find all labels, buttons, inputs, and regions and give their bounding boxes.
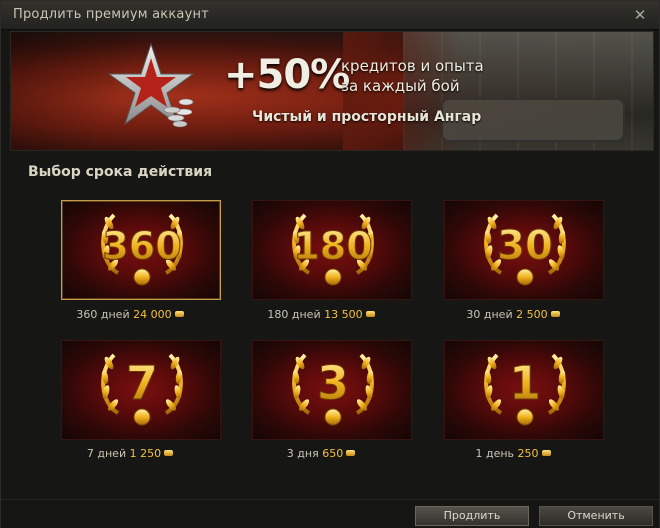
duration-label: 360 дней <box>76 308 130 321</box>
price-value: 24 000 <box>133 308 172 321</box>
laurel-badge-icon: 360 <box>101 213 183 286</box>
duration-label: 180 дней <box>267 308 321 321</box>
laurel-badge-icon: 1 <box>484 353 566 426</box>
price-value: 13 500 <box>324 308 363 321</box>
hangar-text: Чистый и просторный Ангар <box>252 109 482 125</box>
gold-coin-icon <box>365 311 375 317</box>
close-icon[interactable]: ✕ <box>631 6 649 24</box>
duration-card-30[interactable]: 30 <box>444 200 604 300</box>
duration-caption: 7 дней 1 250 <box>40 447 220 460</box>
price-value: 650 <box>322 447 344 460</box>
gold-coin-icon <box>550 311 560 317</box>
badge-number: 7 <box>126 356 158 410</box>
laurel-badge-icon: 7 <box>101 353 183 426</box>
duration-card-360[interactable]: 360 <box>61 200 221 300</box>
duration-card-180[interactable]: 180 <box>252 200 412 300</box>
duration-card-7[interactable]: 7 <box>61 340 221 440</box>
duration-card-1[interactable]: 1 <box>444 340 604 440</box>
duration-caption: 3 дня 650 <box>231 447 411 460</box>
badge-number: 1 <box>509 356 541 410</box>
duration-label: 3 дня <box>286 447 319 460</box>
laurel-badge-icon: 30 <box>484 213 566 286</box>
badge-number: 180 <box>293 224 372 268</box>
gold-coin-icon <box>164 450 174 456</box>
price-value: 2 500 <box>516 308 548 321</box>
section-title: Выбор срока действия <box>28 164 213 180</box>
premium-banner: +50% кредитов и опыта за каждый бой Чист… <box>10 31 654 151</box>
duration-caption: 360 дней 24 000 <box>40 308 220 321</box>
title-bar: Продлить премиум аккаунт ✕ <box>1 1 659 30</box>
badge-number: 3 <box>317 356 349 410</box>
duration-caption: 1 день 250 <box>423 447 603 460</box>
laurel-badge-icon: 180 <box>292 213 374 286</box>
duration-label: 7 дней <box>86 447 127 460</box>
price-value: 250 <box>517 447 539 460</box>
duration-caption: 30 дней 2 500 <box>423 308 603 321</box>
gold-coin-icon <box>541 450 551 456</box>
duration-label: 30 дней <box>466 308 513 321</box>
badge-number: 360 <box>102 224 181 268</box>
duration-card-3[interactable]: 3 <box>252 340 412 440</box>
price-value: 1 250 <box>129 447 162 460</box>
window-title: Продлить премиум аккаунт <box>13 7 209 22</box>
duration-label: 1 день <box>475 447 515 460</box>
premium-dialog: Продлить премиум аккаунт ✕ +50% кредитов… <box>0 0 660 528</box>
cancel-button[interactable]: Отменить <box>539 506 653 526</box>
bonus-text-1: кредитов и опыта <box>341 57 484 75</box>
bonus-percent: +50% <box>224 52 350 98</box>
gold-coin-icon <box>346 450 356 456</box>
red-star-icon <box>107 42 195 128</box>
gold-coin-icon <box>174 311 184 317</box>
bonus-text-2: за каждый бой <box>341 77 460 95</box>
duration-caption: 180 дней 13 500 <box>231 308 411 321</box>
badge-number: 30 <box>497 223 553 269</box>
extend-button[interactable]: Продлить <box>415 506 529 526</box>
laurel-badge-icon: 3 <box>292 353 374 426</box>
